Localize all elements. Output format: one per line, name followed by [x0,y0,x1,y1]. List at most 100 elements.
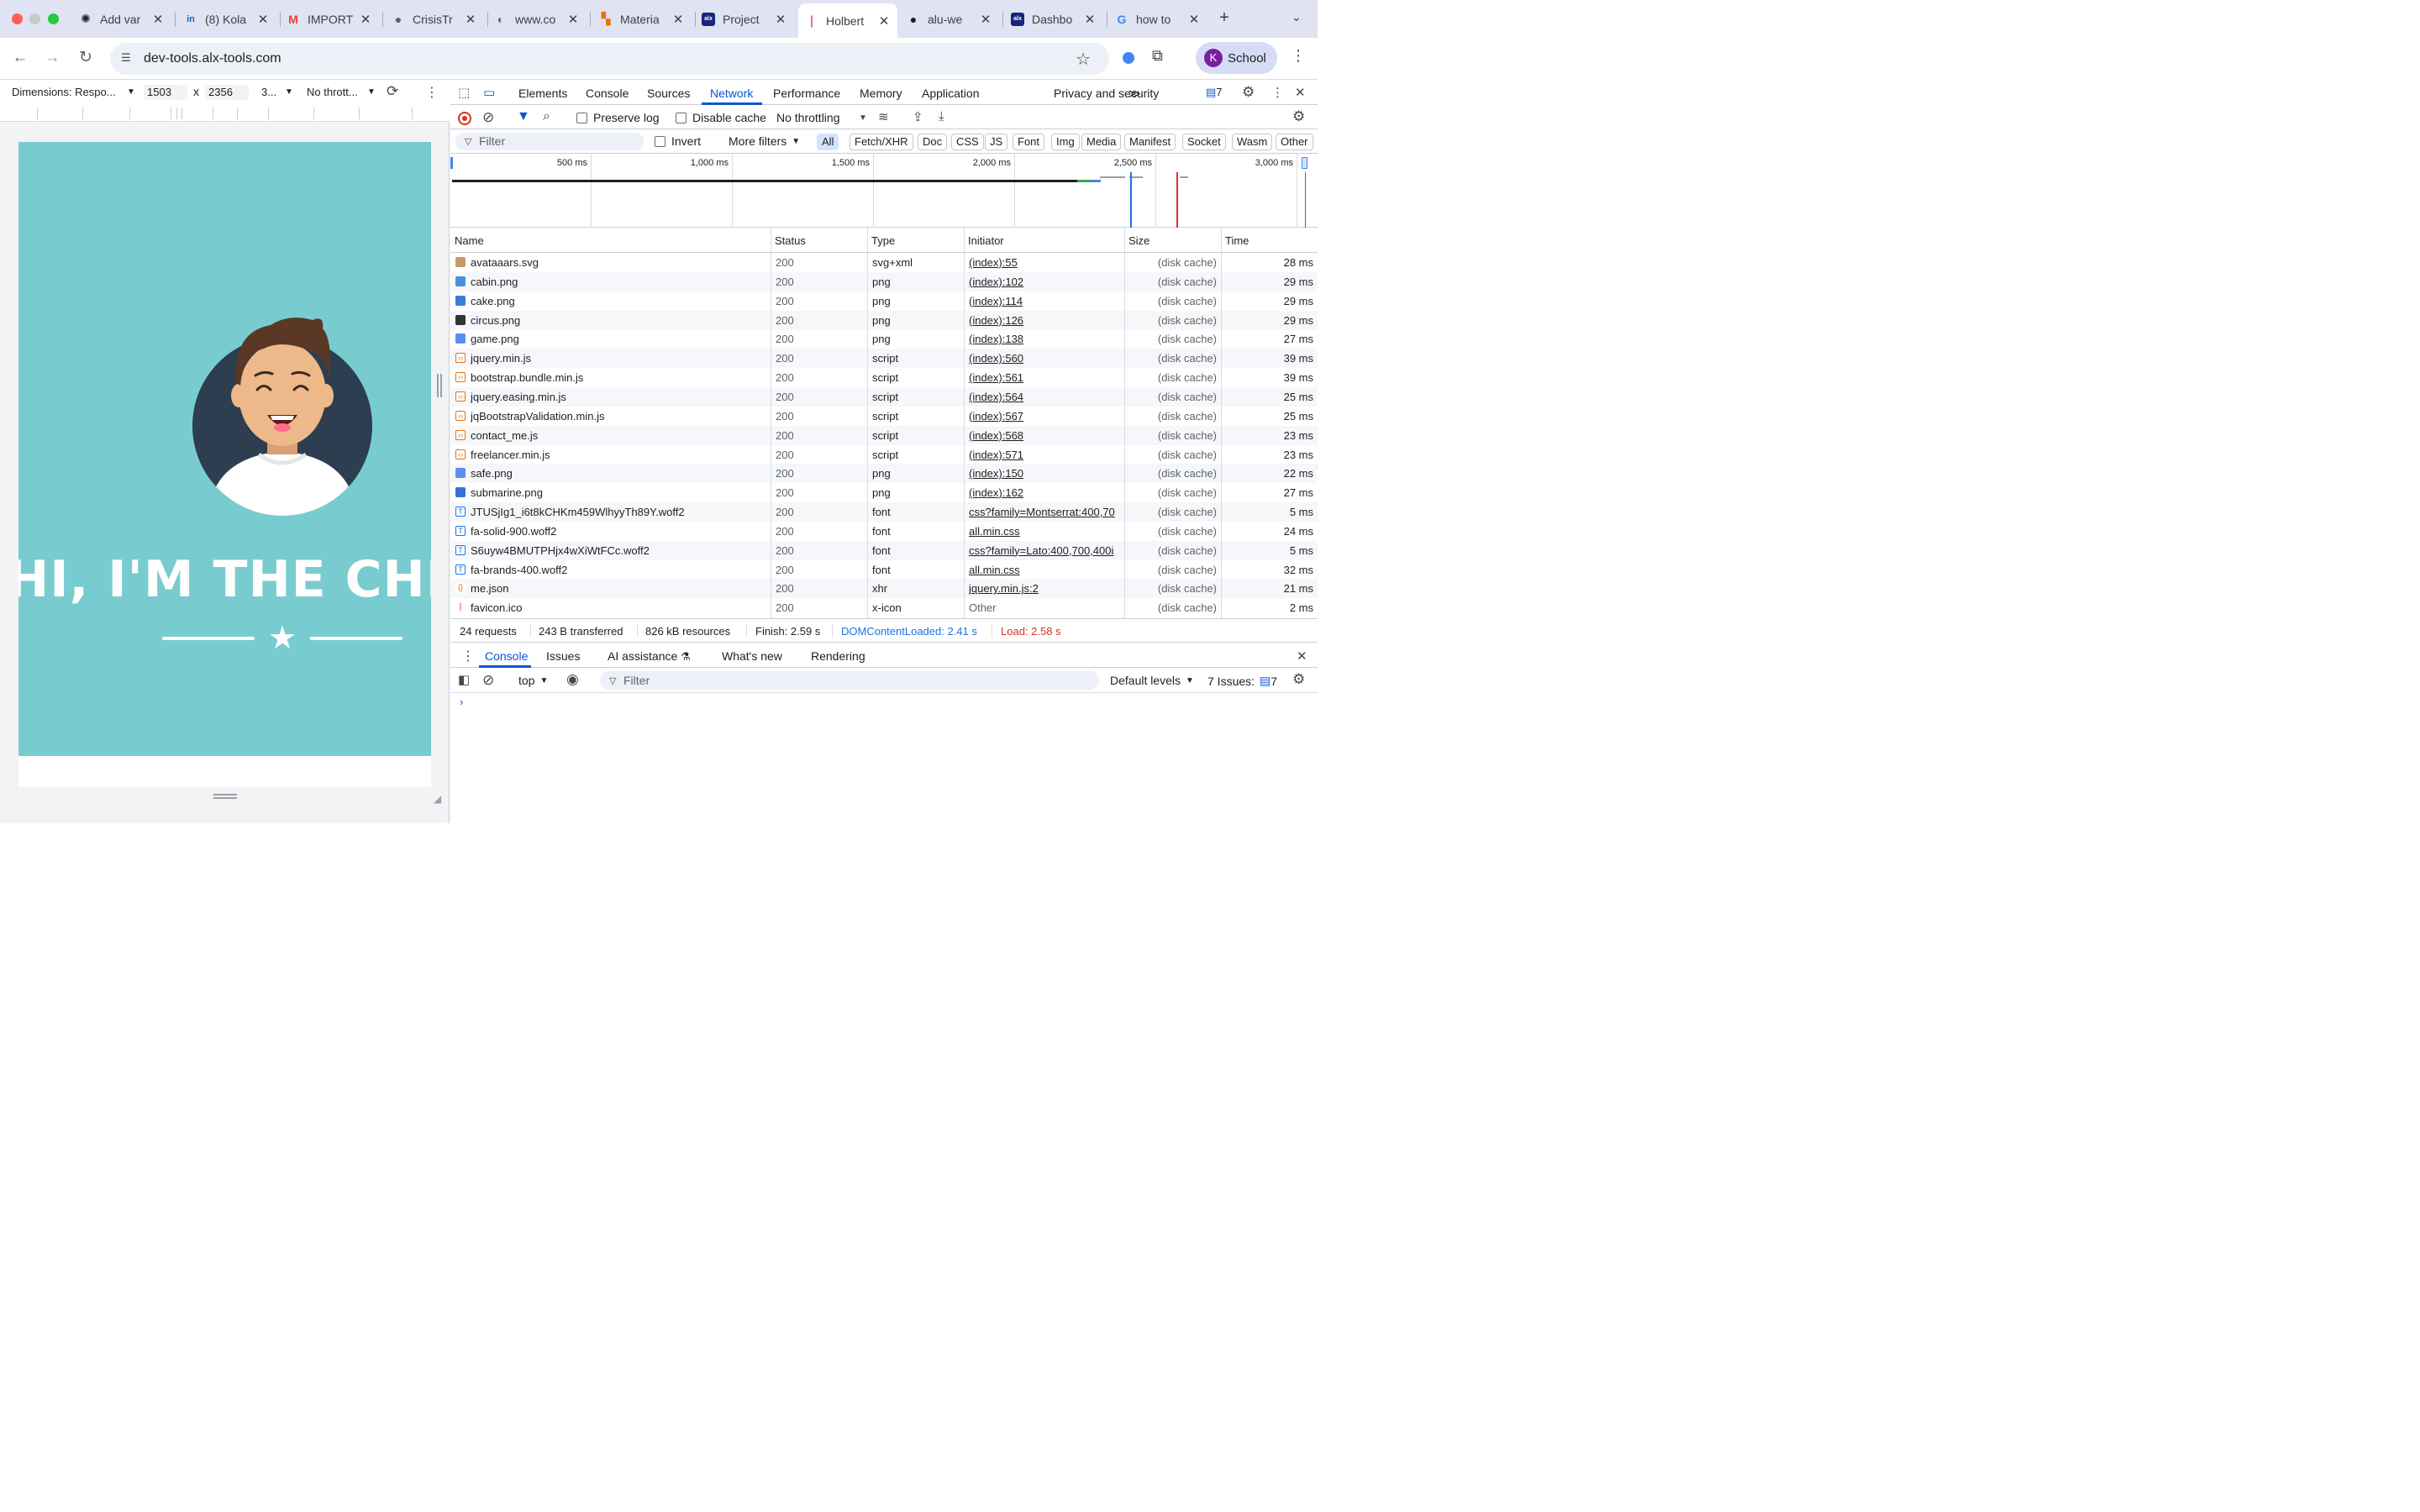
filter-chip-css[interactable]: CSS [951,134,984,150]
window-close-button[interactable] [12,13,23,24]
console-sidebar-icon[interactable]: ◧ [458,672,470,687]
viewport-height-input[interactable]: 2356 [205,85,249,100]
cell-initiator[interactable]: (index):567 [969,410,1125,423]
table-row[interactable]: T JTUSjIg1_i6t8kCHKm459WlhyyTh89Y.woff2 20… [450,502,1318,522]
table-row[interactable]: cake.png 200 png (index):114 (disk cache) 29 … [450,291,1318,311]
filter-chip-socket[interactable]: Socket [1182,134,1226,150]
window-minimize-button[interactable] [29,13,40,24]
issues-badge[interactable]: ▤7 [1206,86,1223,99]
close-tab-icon[interactable]: ✕ [256,12,270,27]
filter-funnel-icon[interactable]: ▼ [517,109,530,124]
console-prompt[interactable]: › [460,696,463,708]
media-query-bar[interactable] [0,105,450,122]
table-row[interactable]: T S6uyw4BMUTPHjx4wXiWtFCc.woff2 200 font css… [450,540,1318,560]
filter-chip-fetchxhr[interactable]: Fetch/XHR [850,134,913,150]
drawer-tab-rendering[interactable]: Rendering [811,649,865,663]
corner-resize-icon[interactable]: ◢ [434,793,441,805]
browser-tab[interactable]: ▚ Materia ✕ [592,5,692,33]
cell-initiator[interactable]: css?family=Lato:400,700,400i [969,544,1125,557]
browser-tab[interactable]: ✺ Add var ✕ [72,5,171,33]
close-tab-icon[interactable]: ✕ [774,12,787,27]
table-row[interactable]: game.png 200 png (index):138 (disk cache) 27 … [450,329,1318,349]
tab-privacy-and-security[interactable]: Privacy and security [1054,87,1159,100]
table-row[interactable]: submarine.png 200 png (index):162 (disk cach… [450,483,1318,502]
close-tab-icon[interactable]: ✕ [359,12,372,27]
close-tab-icon[interactable]: ✕ [671,12,685,27]
column-header-size[interactable]: Size [1128,234,1150,247]
column-header-name[interactable]: Name [455,234,484,247]
device-toggle-icon[interactable]: ▭ [483,85,495,100]
back-button[interactable]: ← [10,48,30,68]
column-header-status[interactable]: Status [775,234,806,247]
network-settings-gear-icon[interactable]: ⚙ [1292,108,1305,125]
emulated-viewport[interactable]: HI, I'M THE CHECKER ★ [18,142,431,787]
clear-console-icon[interactable]: ⊘ [482,672,494,689]
window-maximize-button[interactable] [48,13,59,24]
column-header-time[interactable]: Time [1225,234,1249,247]
export-har-icon[interactable]: ⤓ [939,109,944,123]
url-text[interactable]: dev-tools.alx-tools.com [144,51,281,66]
table-row[interactable]: safe.png 200 png (index):150 (disk cache) 22 … [450,464,1318,484]
cell-initiator[interactable]: (index):126 [969,314,1125,327]
browser-tab[interactable]: ● CrisisTr ✕ [385,5,484,33]
close-tab-icon[interactable]: ✕ [877,13,891,29]
dimensions-select[interactable]: Dimensions: Respo... [12,86,116,98]
browser-tab[interactable]: M IMPORT ✕ [280,5,379,33]
close-tab-icon[interactable]: ✕ [1187,12,1201,27]
filter-chip-other[interactable]: Other [1276,134,1313,150]
cell-initiator[interactable]: (index):571 [969,449,1125,461]
inspect-element-icon[interactable]: ⬚ [458,85,470,100]
close-tab-icon[interactable]: ✕ [979,12,992,27]
cell-initiator[interactable]: (index):162 [969,486,1125,499]
browser-tab[interactable]: in (8) Kola ✕ [177,5,276,33]
throttling-select[interactable]: No throttling [776,111,839,124]
table-row[interactable]: ‹› jquery.easing.min.js 200 script (index):5… [450,386,1318,407]
table-row[interactable]: ‹› contact_me.js 200 script (index):568 (disk… [450,425,1318,445]
filter-chip-img[interactable]: Img [1051,134,1080,150]
close-tab-icon[interactable]: ✕ [464,12,477,27]
cell-initiator[interactable]: (index):114 [969,295,1125,307]
extensions-puzzle-icon[interactable]: ⧉ [1152,47,1163,65]
table-row[interactable]: Tfa-brands-400.woff2 200 font all.min.css (d… [450,560,1318,580]
tab-network[interactable]: Network [710,87,753,100]
table-row[interactable]: ❘ favicon.ico 200 x-icon Other (disk cache) 2 … [450,598,1318,617]
table-row[interactable]: ‹› jqBootstrapValidation.min.js 200 script (… [450,407,1318,426]
cell-initiator[interactable]: (index):568 [969,429,1125,442]
cell-initiator[interactable]: (index):561 [969,371,1125,384]
console-settings-gear-icon[interactable]: ⚙ [1292,671,1305,688]
viewport-resize-handle[interactable] [213,794,237,799]
clear-icon[interactable]: ⊘ [482,109,494,126]
filter-chip-all[interactable]: All [817,134,839,150]
network-conditions-icon[interactable]: ≋ [878,109,889,124]
table-row[interactable]: cabin.png 200 png (index):102 (disk cache) 29… [450,271,1318,291]
table-row[interactable]: avataaars.svg 200 svg+xml (index):55 (disk c… [450,253,1318,272]
rotate-icon[interactable]: ⟳ [387,83,398,100]
browser-menu-icon[interactable]: ⋮ [1291,47,1306,65]
cell-initiator[interactable]: all.min.css [969,525,1125,538]
device-menu-icon[interactable]: ⋮ [425,84,439,101]
extension-icon[interactable] [1123,52,1134,64]
reload-button[interactable]: ↻ [76,48,96,68]
close-tab-icon[interactable]: ✕ [1083,12,1097,27]
browser-tab[interactable]: ◐ www.co ✕ [487,5,587,33]
throttle-select[interactable]: No thrott... [307,86,358,98]
zoom-select[interactable]: 3... [261,86,276,98]
filter-chip-font[interactable]: Font [1013,134,1045,150]
tab-sources[interactable]: Sources [647,87,690,100]
tab-memory[interactable]: Memory [860,87,902,100]
tab-console[interactable]: Console [586,87,629,100]
table-row[interactable]: ‹› bootstrap.bundle.min.js 200 script (index… [450,368,1318,387]
table-row[interactable]: circus.png 200 png (index):126 (disk cache) 2… [450,310,1318,330]
cell-initiator[interactable]: (index):138 [969,333,1125,345]
log-levels-select[interactable]: Default levels ▼ [1110,674,1194,687]
drawer-tab-issues[interactable]: Issues [546,649,580,663]
more-filters-select[interactable]: More filters ▼ [729,134,800,148]
table-row[interactable]: ‹› freelancer.min.js 200 script (index):571 (… [450,445,1318,465]
drawer-tab-ai-assistance[interactable]: AI assistance ⚗ [608,649,691,664]
filter-chip-wasm[interactable]: Wasm [1232,134,1273,150]
table-row[interactable]: {} me.json 200 xhr jquery.min.js:2 (disk cach… [450,579,1318,599]
cell-initiator[interactable]: (index):560 [969,352,1125,365]
column-header-type[interactable]: Type [871,234,895,247]
table-row[interactable]: Tfa-solid-900.woff2 200 font all.min.css (di… [450,522,1318,541]
preserve-log-checkbox[interactable]: Preserve log [576,111,660,124]
